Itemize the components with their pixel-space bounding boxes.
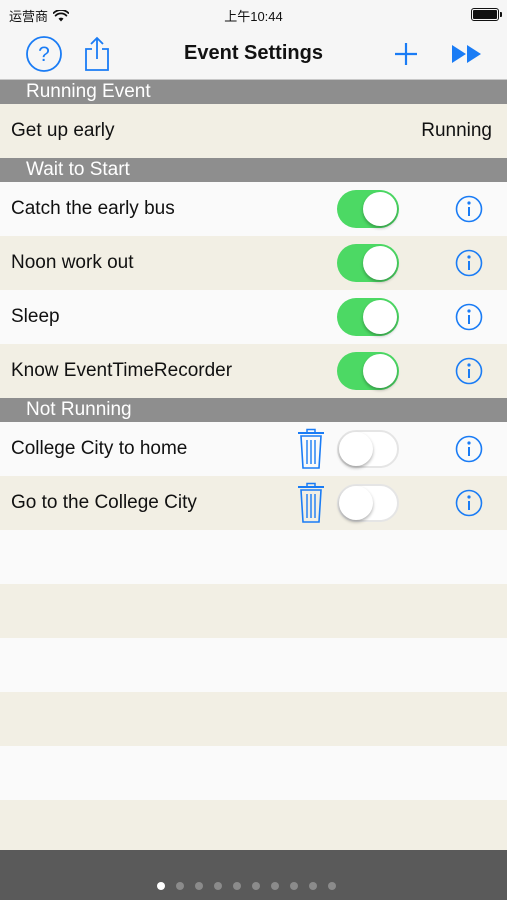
info-icon[interactable] [455,435,483,463]
status-bar: 运营商 上午10:44 [0,0,507,28]
add-icon [395,43,417,65]
event-label: College City to home [11,438,188,459]
event-label: Noon work out [11,252,134,273]
event-toggle[interactable] [337,298,399,336]
empty-row [0,584,507,638]
event-row[interactable]: Noon work out [0,236,507,290]
event-toggle[interactable] [337,484,399,522]
bottom-bar [0,850,507,900]
event-status: Running [421,120,492,141]
page-dot[interactable] [328,882,336,890]
page-dot[interactable] [157,882,165,890]
page-dot[interactable] [271,882,279,890]
event-label: Sleep [11,306,60,327]
trash-icon[interactable] [296,428,326,470]
section-header-waiting: Wait to Start [0,158,507,182]
empty-row [0,746,507,800]
info-icon[interactable] [455,357,483,385]
info-icon[interactable] [455,249,483,277]
event-toggle[interactable] [337,244,399,282]
event-row[interactable]: College City to home [0,422,507,476]
event-label: Know EventTimeRecorder [11,360,233,381]
page-dot[interactable] [290,882,298,890]
event-label: Go to the College City [11,492,197,513]
event-row[interactable]: Get up early Running [0,104,507,158]
event-row[interactable]: Go to the College City [0,476,507,530]
fast-forward-icon [452,45,481,63]
event-toggle[interactable] [337,190,399,228]
page-control[interactable] [0,882,507,890]
event-label: Catch the early bus [11,198,175,219]
event-toggle[interactable] [337,352,399,390]
status-time: 上午10:44 [224,9,283,24]
battery-icon [471,8,502,21]
page-dot[interactable] [309,882,317,890]
page-dot[interactable] [176,882,184,890]
event-label: Get up early [11,120,115,141]
add-event-button[interactable] [386,34,426,74]
info-icon[interactable] [455,195,483,223]
event-row[interactable]: Sleep [0,290,507,344]
navigation-bar: ? Event Settings [0,28,507,80]
info-icon[interactable] [455,489,483,517]
trash-icon[interactable] [296,482,326,524]
empty-row [0,638,507,692]
fast-forward-button[interactable] [447,34,487,74]
info-icon[interactable] [455,303,483,331]
event-toggle[interactable] [337,430,399,468]
page-title: Event Settings [184,42,323,64]
empty-row [0,800,507,850]
section-header-running: Running Event [0,80,507,104]
page-dot[interactable] [233,882,241,890]
page-dot[interactable] [252,882,260,890]
event-row[interactable]: Catch the early bus [0,182,507,236]
section-header-not-running: Not Running [0,398,507,422]
page-dot[interactable] [214,882,222,890]
empty-row [0,530,507,584]
page-dot[interactable] [195,882,203,890]
empty-row [0,692,507,746]
event-row[interactable]: Know EventTimeRecorder [0,344,507,398]
